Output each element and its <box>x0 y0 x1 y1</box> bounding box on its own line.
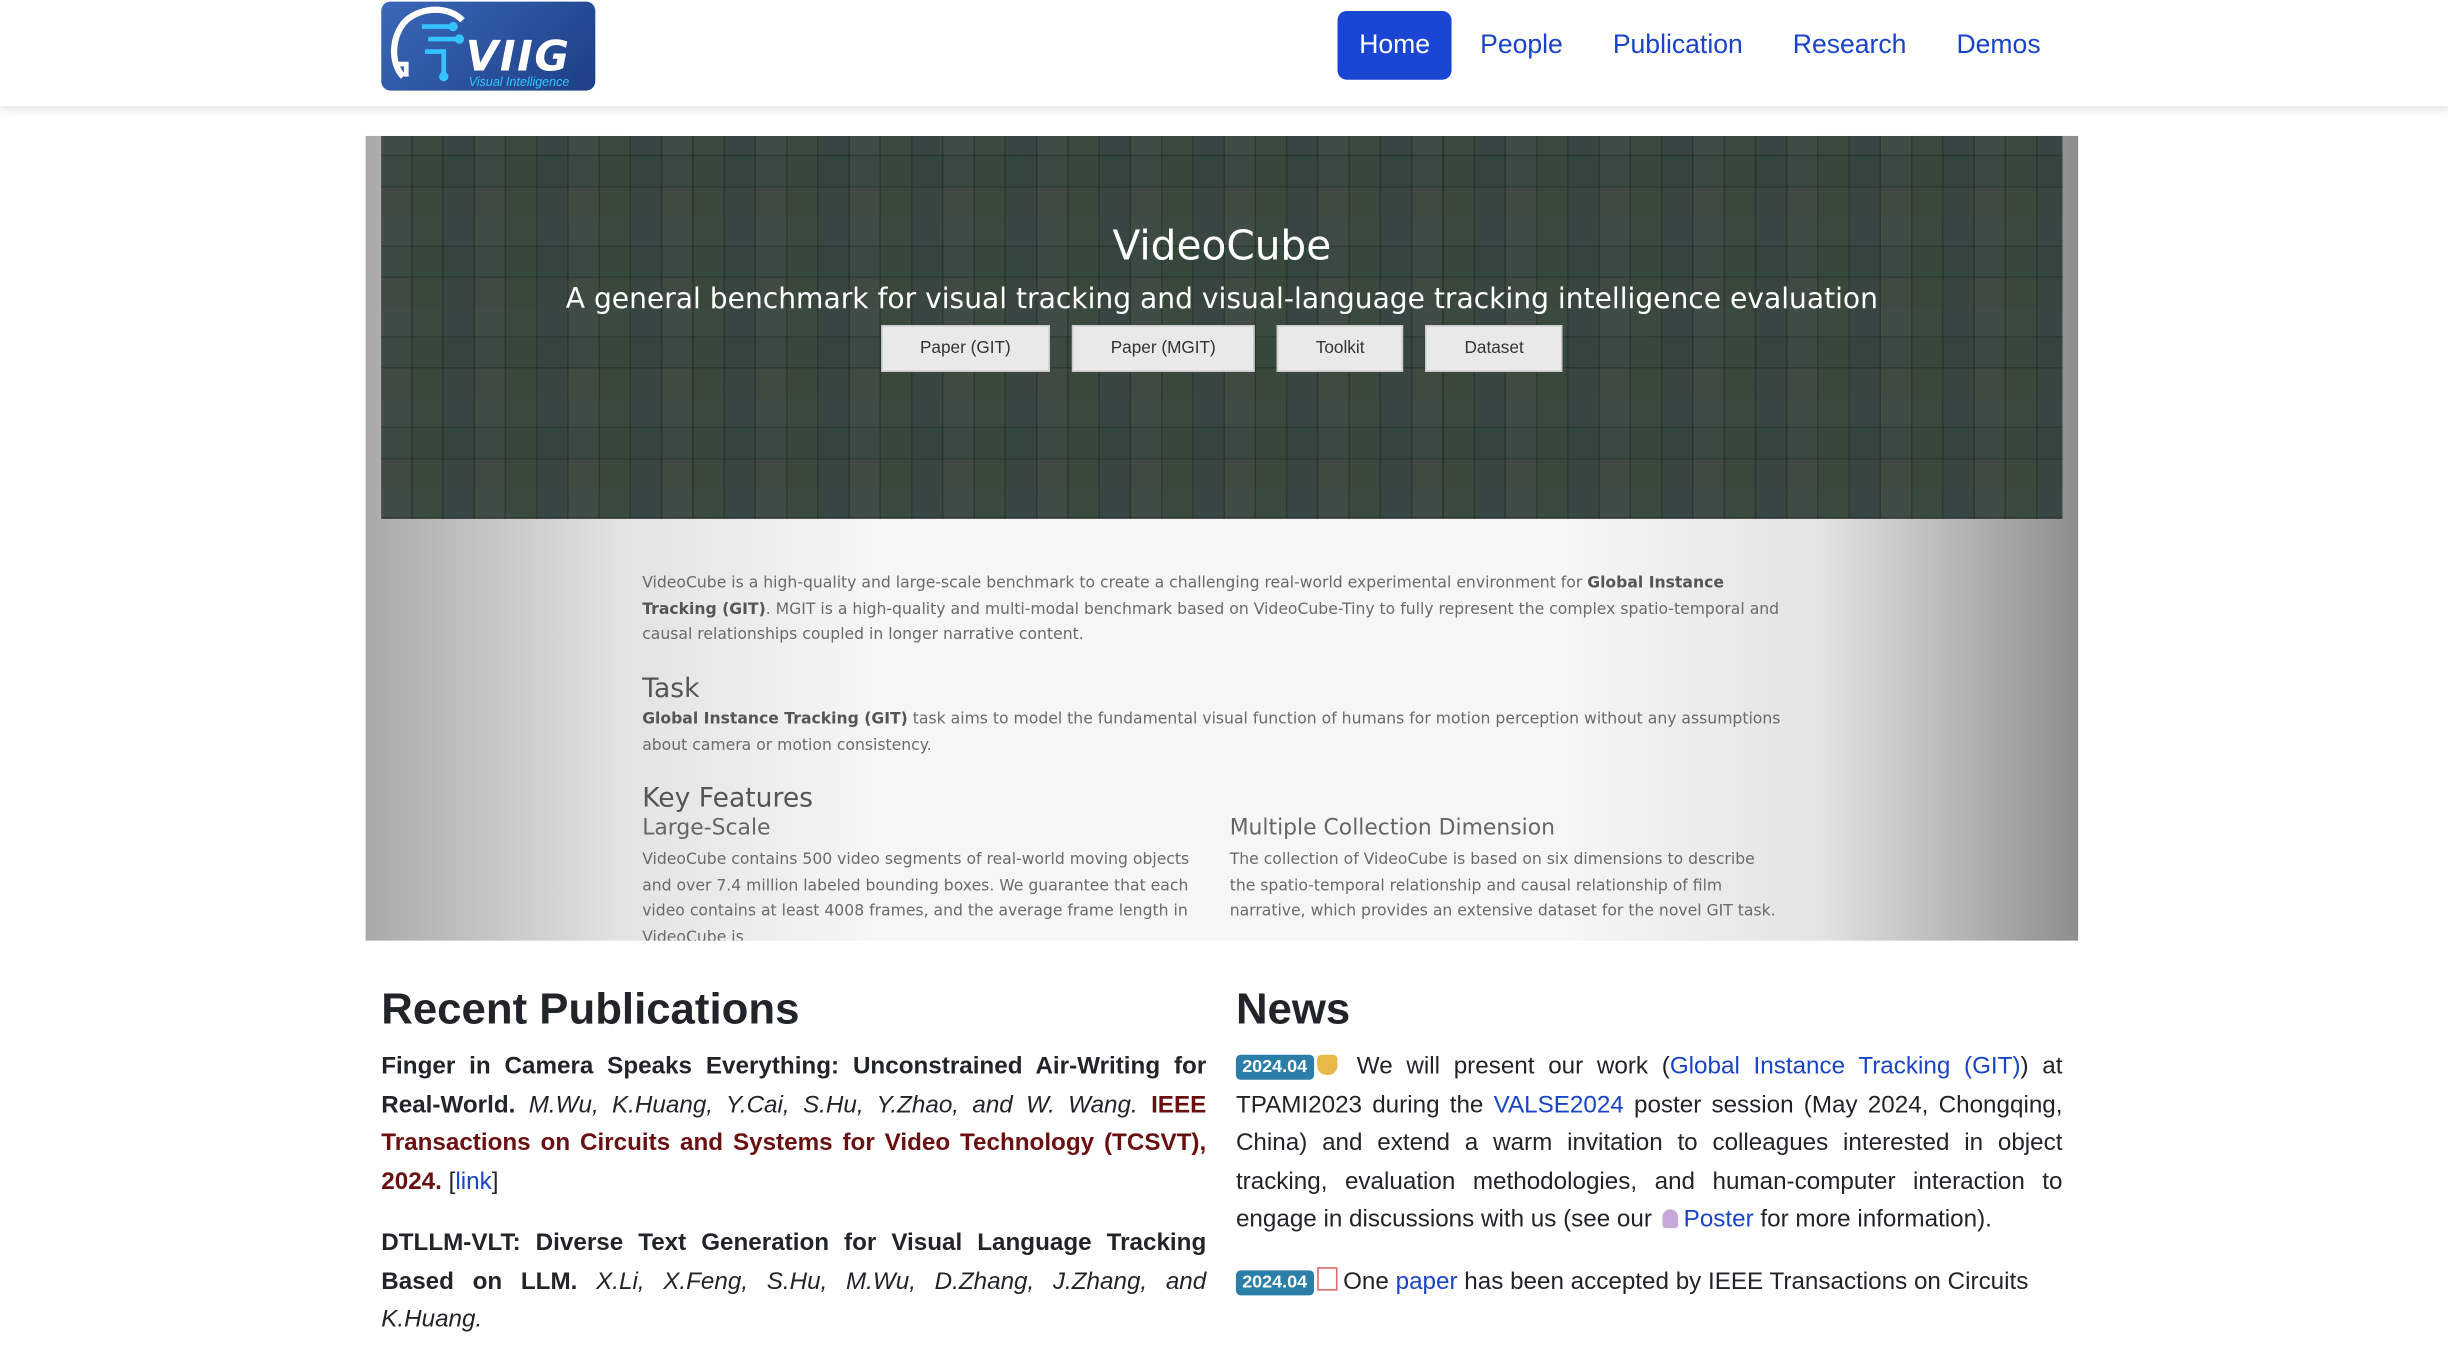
git-link[interactable]: Global Instance Tracking (GIT) <box>1670 1053 2021 1080</box>
paper-mgit-button[interactable]: Paper (MGIT) <box>1071 325 1255 372</box>
date-badge: 2024.04 <box>1235 1269 1314 1295</box>
news-list: 2024.04 We will present our work (Global… <box>1235 1048 2063 1325</box>
publication-item: Finger in Camera Speaks Everything: Unco… <box>381 1053 1207 1195</box>
poster-link[interactable]: Poster <box>1684 1206 1754 1233</box>
publication-link[interactable]: link <box>455 1168 491 1195</box>
logo-subtext: Visual Intelligence <box>468 75 570 90</box>
main-nav: Home People Publication Research Demos <box>1337 10 2063 80</box>
navbar: VIIG Visual Intelligence Home People Pub… <box>0 0 2448 107</box>
lab-logo[interactable]: VIIG Visual Intelligence <box>381 1 596 91</box>
date-badge: 2024.04 <box>1235 1054 1314 1080</box>
features-heading: Key Features <box>642 782 814 815</box>
hero-carousel: VideoCube A general benchmark for visual… <box>365 135 2079 941</box>
videocube-banner: VideoCube A general benchmark for visual… <box>381 135 2063 519</box>
dataset-button[interactable]: Dataset <box>1425 325 1563 372</box>
publication-item: DTLLM-VLT: Diverse Text Generation for V… <box>381 1229 1207 1333</box>
nav-people[interactable]: People <box>1458 11 1584 80</box>
news-heading: News <box>1235 984 1351 1033</box>
feature-title: Large-Scale <box>642 814 771 840</box>
news-item: 2024.04 We will present our work (Global… <box>1235 1053 2063 1233</box>
bell-icon <box>1316 1054 1337 1075</box>
banner-subtitle: A general benchmark for visual tracking … <box>565 282 1878 316</box>
task-heading: Task <box>642 672 700 704</box>
paper-link[interactable]: paper <box>1396 1268 1458 1295</box>
nav-research[interactable]: Research <box>1771 11 1928 80</box>
paper-git-button[interactable]: Paper (GIT) <box>880 325 1050 372</box>
nav-home[interactable]: Home <box>1337 10 1452 80</box>
publications-list: Finger in Camera Speaks Everything: Unco… <box>381 1048 1206 1363</box>
pushpin-icon <box>1661 1209 1678 1229</box>
feature-text: VideoCube contains 500 video segments of… <box>642 851 1190 941</box>
memo-icon <box>1316 1266 1337 1290</box>
logo-text: VIIG <box>465 32 571 82</box>
nav-publication[interactable]: Publication <box>1591 11 1765 80</box>
intro-paragraph: VideoCube is a high-quality and large-sc… <box>642 575 1780 644</box>
toolkit-button[interactable]: Toolkit <box>1276 325 1404 372</box>
valse2024-link[interactable]: VALSE2024 <box>1494 1091 1624 1118</box>
feature-text: The collection of VideoCube is based on … <box>1229 851 1776 921</box>
publications-heading: Recent Publications <box>381 984 800 1033</box>
nav-demos[interactable]: Demos <box>1935 11 2063 80</box>
task-paragraph: Global Instance Tracking (GIT) task aims… <box>642 710 1781 754</box>
banner-buttons: Paper (GIT) Paper (MGIT) Toolkit Dataset <box>381 325 2062 372</box>
news-item: 2024.04 One paper has been accepted by IE… <box>1235 1263 2063 1301</box>
feature-collection-dimension: Multiple Collection Dimension The collec… <box>1230 815 1783 941</box>
banner-title: VideoCube <box>1112 223 1332 271</box>
videocube-description: VideoCube is a high-quality and large-sc… <box>642 572 1783 941</box>
feature-large-scale: Large-Scale VideoCube contains 500 video… <box>642 815 1195 941</box>
feature-title: Multiple Collection Dimension <box>1229 814 1555 840</box>
